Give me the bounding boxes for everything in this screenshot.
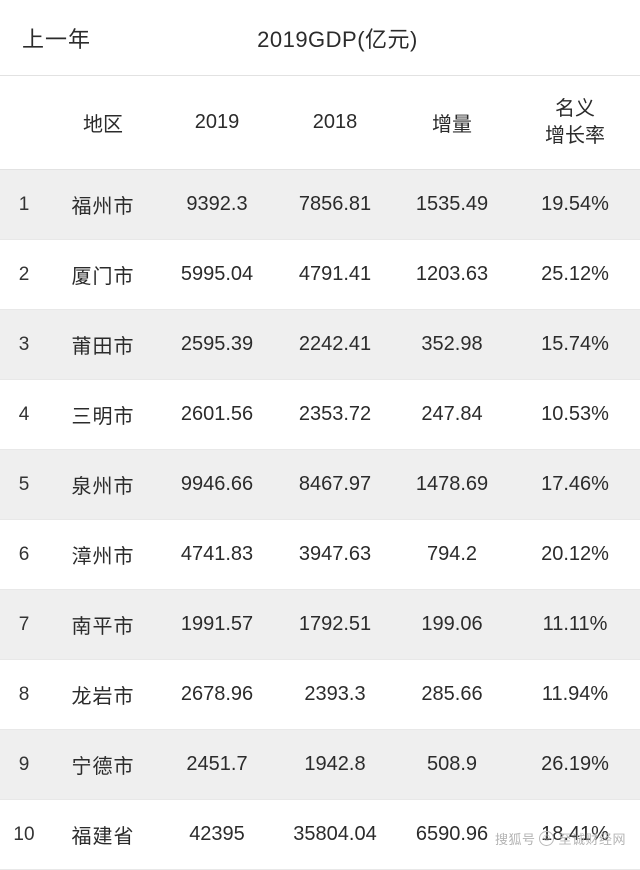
cell-area: 福州市 (48, 169, 158, 240)
copyright-icon: © (539, 831, 555, 846)
table-row: 4 三明市 2601.56 2353.72 247.84 10.53% (0, 379, 640, 450)
cell-growth-rate: 25.12% (510, 239, 640, 310)
cell-increment: 1535.49 (394, 169, 510, 240)
cell-increment: 247.84 (394, 379, 510, 450)
cell-2018: 4791.41 (276, 239, 394, 310)
cell-2019: 1991.57 (158, 589, 276, 660)
cell-growth-rate: 11.94% (510, 659, 640, 730)
cell-increment: 1203.63 (394, 239, 510, 310)
table-row: 6 漳州市 4741.83 3947.63 794.2 20.12% (0, 519, 640, 590)
cell-2019: 42395 (158, 799, 276, 870)
watermark-suffix: 至诚财经网 (558, 832, 626, 847)
watermark: 搜狐号 © 至诚财经网 (495, 829, 626, 848)
page-title: 2019GDP(亿元) (257, 26, 418, 52)
watermark-prefix: 搜狐号 (494, 832, 536, 847)
cell-2018: 2353.72 (276, 379, 394, 450)
cell-growth-rate: 10.53% (510, 379, 640, 450)
cell-2019: 2601.56 (158, 379, 276, 450)
cell-2018: 8467.97 (276, 449, 394, 520)
cell-area: 漳州市 (48, 519, 158, 590)
cell-area: 宁德市 (48, 729, 158, 800)
cell-2019: 2678.96 (158, 659, 276, 730)
cell-2018: 2242.41 (276, 309, 394, 380)
cell-area: 南平市 (48, 589, 158, 660)
table-row: 9 宁德市 2451.7 1942.8 508.9 26.19% (0, 729, 640, 800)
table-row: 8 龙岩市 2678.96 2393.3 285.66 11.94% (0, 659, 640, 730)
cell-rank: 9 (0, 729, 48, 800)
growth-rate-line-2: 增长率 (545, 124, 605, 147)
cell-increment: 199.06 (394, 589, 510, 660)
column-header-area: 地区 (48, 76, 158, 170)
column-header-2018: 2018 (276, 76, 394, 170)
cell-area: 泉州市 (48, 449, 158, 520)
cell-growth-rate: 15.74% (510, 309, 640, 380)
cell-increment: 1478.69 (394, 449, 510, 520)
cell-2018: 1792.51 (276, 589, 394, 660)
cell-rank: 3 (0, 309, 48, 380)
column-header-increment: 增量 (394, 76, 510, 170)
column-header-growth-rate: 名义 增长率 (510, 76, 640, 170)
table-header: 地区 2019 2018 增量 名义 增长率 (0, 76, 640, 170)
cell-2018: 35804.04 (276, 799, 394, 870)
cell-area: 龙岩市 (48, 659, 158, 730)
cell-2019: 5995.04 (158, 239, 276, 310)
cell-growth-rate: 17.46% (510, 449, 640, 520)
cell-rank: 7 (0, 589, 48, 660)
cell-area: 莆田市 (48, 309, 158, 380)
gdp-table-page: 上一年 2019GDP(亿元) 地区 2019 2018 增量 名义 增长率 1… (0, 0, 640, 870)
column-header-rank (0, 76, 48, 170)
cell-rank: 1 (0, 169, 48, 240)
cell-rank: 10 (0, 799, 48, 870)
table-row: 3 莆田市 2595.39 2242.41 352.98 15.74% (0, 309, 640, 380)
cell-area: 福建省 (48, 799, 158, 870)
cell-rank: 5 (0, 449, 48, 520)
cell-area: 三明市 (48, 379, 158, 450)
cell-increment: 6590.96 (394, 799, 510, 870)
cell-rank: 4 (0, 379, 48, 450)
cell-rank: 6 (0, 519, 48, 590)
cell-increment: 285.66 (394, 659, 510, 730)
cell-2018: 3947.63 (276, 519, 394, 590)
cell-growth-rate: 26.19% (510, 729, 640, 800)
table-row: 2 厦门市 5995.04 4791.41 1203.63 25.12% (0, 239, 640, 310)
cell-2019: 2595.39 (158, 309, 276, 380)
previous-year-label: 上一年 (22, 26, 92, 52)
cell-2018: 1942.8 (276, 729, 394, 800)
cell-growth-rate: 19.54% (510, 169, 640, 240)
cell-rank: 2 (0, 239, 48, 310)
table-row: 5 泉州市 9946.66 8467.97 1478.69 17.46% (0, 449, 640, 520)
column-header-2019: 2019 (158, 76, 276, 170)
cell-2019: 4741.83 (158, 519, 276, 590)
cell-growth-rate: 20.12% (510, 519, 640, 590)
cell-2019: 9392.3 (158, 169, 276, 240)
cell-area: 厦门市 (48, 239, 158, 310)
header-row: 地区 2019 2018 增量 名义 增长率 (0, 76, 640, 170)
cell-growth-rate: 11.11% (510, 589, 640, 660)
cell-increment: 794.2 (394, 519, 510, 590)
cell-2018: 7856.81 (276, 169, 394, 240)
title-bar: 上一年 2019GDP(亿元) (0, 0, 640, 76)
growth-rate-line-1: 名义 (555, 97, 595, 120)
table-row: 7 南平市 1991.57 1792.51 199.06 11.11% (0, 589, 640, 660)
table-row: 1 福州市 9392.3 7856.81 1535.49 19.54% (0, 169, 640, 240)
cell-rank: 8 (0, 659, 48, 730)
cell-2019: 2451.7 (158, 729, 276, 800)
cell-increment: 352.98 (394, 309, 510, 380)
cell-2018: 2393.3 (276, 659, 394, 730)
table-body: 1 福州市 9392.3 7856.81 1535.49 19.54% 2 厦门… (0, 169, 640, 870)
gdp-table: 地区 2019 2018 增量 名义 增长率 1 福州市 9392.3 7856… (0, 76, 640, 870)
cell-increment: 508.9 (394, 729, 510, 800)
cell-2019: 9946.66 (158, 449, 276, 520)
